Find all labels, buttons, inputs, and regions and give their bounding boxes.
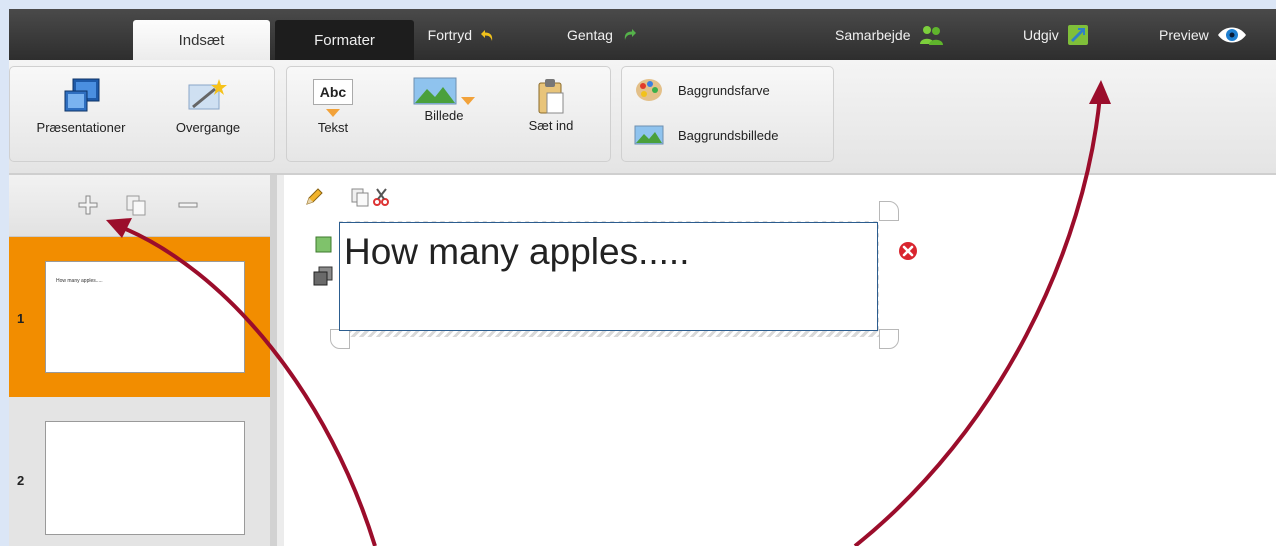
bring-forward-icon[interactable] <box>314 235 334 255</box>
dropdown-arrow-icon <box>460 97 475 105</box>
background-image-button[interactable]: Baggrundsbillede <box>634 125 778 145</box>
ribbon-group-presentation: Præsentationer Overgange <box>9 66 275 162</box>
text-button[interactable]: Abc Tekst <box>301 79 365 135</box>
copy-icon <box>126 195 146 216</box>
minus-icon <box>178 202 198 208</box>
ribbon-group-insert: Abc Tekst Billede Sæt ind <box>286 66 611 162</box>
redo-arrow-icon <box>624 29 636 40</box>
slide-thumbnail: How many apples..... <box>45 261 245 373</box>
slide-sidebar: 1 How many apples..... 2 <box>9 175 277 546</box>
ribbon-toolbar: Præsentationer Overgange Abc Tekst Bille… <box>9 60 1276 175</box>
thumbnail-text: How many apples..... <box>56 278 103 284</box>
ribbon-group-background: Baggrundsfarve Baggrundsbillede <box>621 66 834 162</box>
slide-number: 2 <box>17 473 25 488</box>
text-icon: Abc <box>313 79 353 105</box>
slide-item[interactable]: 2 <box>9 405 270 546</box>
publish-icon <box>1067 25 1088 45</box>
top-bar: Indsæt Formater Fortryd Gentag Samarbejd… <box>9 9 1276 60</box>
redo-button[interactable]: Gentag <box>567 23 637 47</box>
magic-wand-icon <box>188 79 227 110</box>
image-icon <box>413 77 457 105</box>
people-icon <box>919 26 943 45</box>
presentations-button[interactable]: Præsentationer <box>26 77 136 135</box>
pencil-icon[interactable] <box>304 187 324 207</box>
image-button[interactable]: Billede <box>409 77 479 123</box>
plus-icon <box>78 195 98 215</box>
tab-insert[interactable]: Indsæt <box>133 20 270 60</box>
slide-toolbar <box>9 175 270 237</box>
eye-icon <box>1217 27 1246 43</box>
dropdown-arrow-icon <box>326 109 340 117</box>
collaborate-button[interactable]: Samarbejde <box>835 23 945 47</box>
undo-button[interactable]: Fortryd <box>417 23 496 47</box>
preview-button[interactable]: Preview <box>1159 23 1247 47</box>
resize-handle[interactable] <box>879 201 899 221</box>
send-backward-icon[interactable] <box>312 265 334 287</box>
presentations-icon <box>64 78 100 112</box>
copy-icon[interactable] <box>350 187 370 207</box>
close-icon[interactable] <box>898 241 918 261</box>
palette-icon <box>636 79 662 101</box>
slide-number: 1 <box>17 311 25 326</box>
publish-button[interactable]: Udgiv <box>1023 23 1089 47</box>
undo-arrow-icon <box>481 30 493 41</box>
scissors-icon[interactable] <box>372 187 392 207</box>
tab-format[interactable]: Formater <box>275 20 414 60</box>
remove-slide-button[interactable] <box>176 193 200 217</box>
text-box-content[interactable]: How many apples..... <box>344 231 689 273</box>
transitions-button[interactable]: Overgange <box>158 77 258 135</box>
app-window: Indsæt Formater Fortryd Gentag Samarbejd… <box>9 9 1276 546</box>
slide-item[interactable]: 1 How many apples..... <box>9 237 270 397</box>
resize-handle[interactable] <box>879 329 899 349</box>
paste-button[interactable]: Sæt ind <box>519 77 583 133</box>
resize-handle[interactable] <box>330 329 350 349</box>
slide-thumbnail <box>45 421 245 535</box>
text-box[interactable]: How many apples..... <box>339 222 878 331</box>
background-color-button[interactable]: Baggrundsfarve <box>634 77 770 103</box>
slide-canvas[interactable]: How many apples..... <box>284 175 1276 546</box>
duplicate-slide-button[interactable] <box>124 193 148 217</box>
image-icon <box>634 125 664 145</box>
clipboard-icon <box>538 79 564 114</box>
add-slide-button[interactable] <box>76 193 100 217</box>
